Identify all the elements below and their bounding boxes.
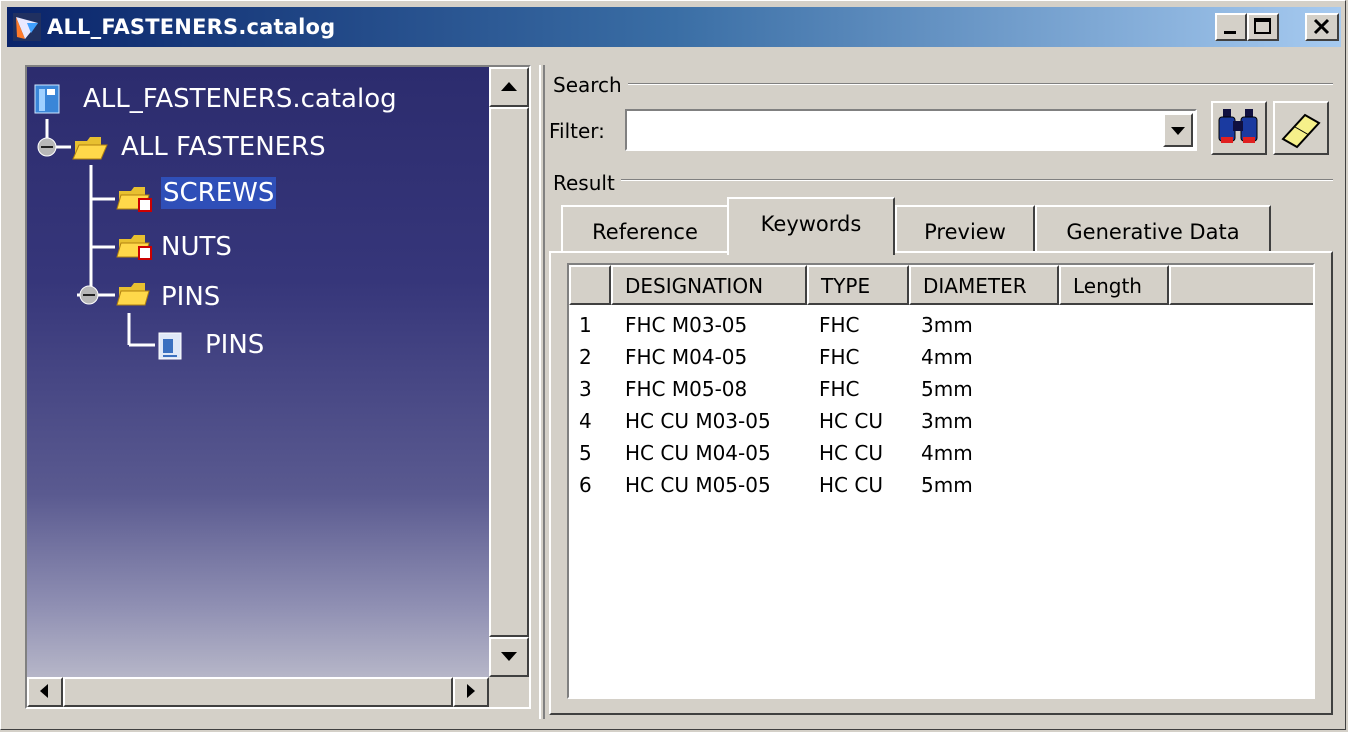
cell-type: HC CU: [819, 409, 883, 433]
cell-diameter: 3mm: [921, 313, 973, 337]
column-header-filler: [1169, 265, 1313, 305]
scroll-right-button[interactable]: [453, 677, 489, 707]
cell-type: HC CU: [819, 441, 883, 465]
scroll-left-button[interactable]: [27, 677, 63, 707]
folder-pins-icon: [116, 283, 150, 306]
row-index: 6: [579, 473, 592, 497]
tree-connector-lines: [34, 84, 182, 360]
cell-designation: FHC M05-08: [625, 377, 748, 401]
cell-designation: HC CU M05-05: [625, 473, 771, 497]
scroll-down-button[interactable]: [489, 637, 529, 677]
row-index: 5: [579, 441, 592, 465]
cell-diameter: 5mm: [921, 377, 973, 401]
filter-dropdown-button[interactable]: [1163, 113, 1193, 147]
close-button[interactable]: [1305, 13, 1339, 41]
tab-reference[interactable]: Reference: [561, 205, 729, 253]
scroll-thumb-vertical[interactable]: [489, 107, 529, 637]
maximize-button[interactable]: [1247, 13, 1279, 41]
results-table[interactable]: DESIGNATION TYPE DIAMETER Length 1 FHC M…: [567, 263, 1315, 699]
arrow-left-icon: [40, 684, 48, 698]
cell-type: FHC: [819, 345, 860, 369]
cell-designation: HC CU M03-05: [625, 409, 771, 433]
result-group-label: Result: [553, 171, 621, 195]
tree-node-pins-chapter[interactable]: PINS: [205, 329, 264, 361]
catalog-book-icon: [34, 84, 60, 114]
eraser-icon: [1281, 113, 1321, 149]
row-index: 3: [579, 377, 592, 401]
arrow-down-icon: [501, 652, 517, 661]
cell-diameter: 4mm: [921, 441, 973, 465]
tree-node-nuts[interactable]: NUTS: [161, 231, 232, 263]
scrollbar-corner: [489, 677, 529, 707]
tree-node-root[interactable]: ALL_FASTENERS.catalog: [83, 83, 397, 115]
tree-node-screws[interactable]: SCREWS: [161, 177, 277, 209]
column-header-length[interactable]: Length: [1059, 265, 1169, 305]
result-group-line: [561, 179, 1333, 181]
arrow-right-icon: [467, 684, 475, 698]
row-index: 4: [579, 409, 592, 433]
catalog-tree[interactable]: ALL_FASTENERS.catalog ALL FASTENERS SCRE…: [27, 67, 489, 677]
column-header-type[interactable]: TYPE: [807, 265, 909, 305]
clear-button[interactable]: [1273, 101, 1329, 155]
maximize-icon: [1254, 18, 1271, 34]
cell-diameter: 4mm: [921, 345, 973, 369]
cell-designation: FHC M03-05: [625, 313, 748, 337]
folder-screws-icon: [116, 187, 152, 212]
column-header-designation[interactable]: DESIGNATION: [611, 265, 807, 305]
cell-diameter: 5mm: [921, 473, 973, 497]
row-index: 2: [579, 345, 592, 369]
tree-panel: ALL_FASTENERS.catalog ALL FASTENERS SCRE…: [25, 65, 531, 709]
folder-open-icon: [72, 137, 108, 160]
collapse-toggle-pins[interactable]: [79, 285, 99, 305]
window-title: ALL_FASTENERS.catalog: [47, 15, 336, 39]
cell-type: HC CU: [819, 473, 883, 497]
catalog-window: ALL_FASTENERS.catalog ALL_FASTENERS.cata…: [0, 0, 1346, 730]
cell-diameter: 3mm: [921, 409, 973, 433]
binoculars-icon: [1218, 109, 1258, 143]
arrow-up-icon: [501, 82, 517, 91]
collapse-toggle-all-fasteners[interactable]: [37, 137, 57, 157]
tree-node-all-fasteners[interactable]: ALL FASTENERS: [121, 131, 326, 163]
scroll-up-button[interactable]: [489, 67, 529, 107]
minimize-button[interactable]: [1215, 13, 1247, 41]
cell-type: FHC: [819, 313, 860, 337]
tab-generative-data[interactable]: Generative Data: [1035, 205, 1271, 253]
tab-preview[interactable]: Preview: [895, 205, 1035, 253]
search-button[interactable]: [1211, 101, 1267, 155]
tree-node-pins-folder[interactable]: PINS: [161, 281, 220, 313]
title-bar[interactable]: ALL_FASTENERS.catalog: [7, 7, 1341, 47]
column-header-diameter[interactable]: DIAMETER: [909, 265, 1059, 305]
cell-designation: FHC M04-05: [625, 345, 748, 369]
cell-designation: HC CU M04-05: [625, 441, 771, 465]
column-header-index[interactable]: [569, 265, 611, 305]
chevron-down-icon: [1171, 127, 1185, 135]
search-group-label: Search: [553, 73, 628, 97]
close-icon: [1313, 18, 1330, 35]
filter-combobox[interactable]: [625, 109, 1197, 151]
search-group-line: [561, 83, 1333, 85]
panel-splitter[interactable]: [539, 65, 545, 719]
row-index: 1: [579, 313, 592, 337]
scroll-thumb-horizontal[interactable]: [63, 677, 453, 707]
tab-keywords[interactable]: Keywords: [727, 197, 895, 255]
catalog-app-icon: [13, 13, 41, 41]
tree-vertical-scrollbar[interactable]: [489, 67, 529, 677]
minimize-icon: [1224, 31, 1236, 34]
folder-nuts-icon: [116, 235, 152, 260]
filter-label: Filter:: [549, 119, 611, 143]
chapter-document-icon: [158, 332, 182, 360]
cell-type: FHC: [819, 377, 860, 401]
tree-horizontal-scrollbar[interactable]: [27, 677, 489, 707]
